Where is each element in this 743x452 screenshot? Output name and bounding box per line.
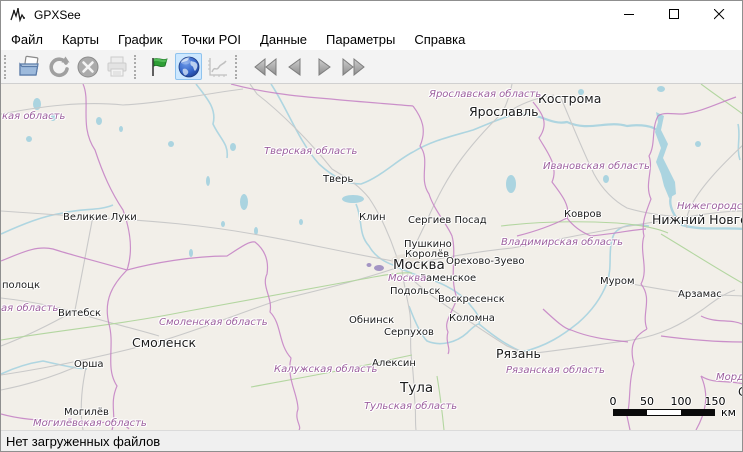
minimize-icon <box>624 9 635 20</box>
menu-item-3[interactable]: Точки POI <box>172 30 250 49</box>
close-file-button[interactable] <box>74 53 101 80</box>
previous-file-button[interactable] <box>281 53 308 80</box>
city-label: полоцк <box>2 281 40 292</box>
city-label: Обнинск <box>349 316 394 327</box>
toolbar-handle[interactable] <box>235 55 243 79</box>
menu-bar: ФайлКартыГрафикТочки POIДанныеПараметрыС… <box>1 28 742 50</box>
city-label: Орша <box>74 360 104 371</box>
region-label: Мордо <box>716 373 742 384</box>
previous-file-icon <box>285 58 305 76</box>
city-label: Могилёв <box>64 408 109 419</box>
city-label: Москва <box>393 258 445 272</box>
last-file-button[interactable] <box>339 53 366 80</box>
city-label: Клин <box>359 213 386 224</box>
status-text: Нет загруженных файлов <box>6 434 160 449</box>
city-label: Орехово-Зуево <box>446 257 525 268</box>
region-label: ая область <box>1 304 58 315</box>
region-label: Могилёвская область <box>33 419 147 430</box>
app-track-icon <box>10 7 28 23</box>
scale-tick: 0 <box>610 395 617 408</box>
open-file-button[interactable] <box>16 53 43 80</box>
menu-item-0[interactable]: Файл <box>2 30 52 49</box>
scale-tick: 50 <box>640 395 654 408</box>
next-file-button[interactable] <box>310 53 337 80</box>
city-label: Ярославль <box>469 105 539 118</box>
region-label: Смоленская область <box>159 318 268 329</box>
map-view[interactable]: км 050100150 КостромаЯрославльТверьВелик… <box>1 84 742 430</box>
city-label: Нижний Новгород <box>652 213 742 226</box>
city-label: Коломна <box>449 314 495 325</box>
scale-tick: 150 <box>705 395 726 408</box>
city-label: Раменское <box>420 274 476 285</box>
print-icon <box>105 55 129 79</box>
region-label: Ярославская область <box>429 90 541 101</box>
city-label: Смоленск <box>132 336 196 349</box>
menu-item-6[interactable]: Справка <box>405 30 474 49</box>
title-bar: GPXSee <box>1 1 742 28</box>
region-label: Тверская область <box>264 147 357 158</box>
scale-tick: 100 <box>671 395 692 408</box>
city-label: Рязань <box>496 347 541 360</box>
city-label: Сергиев Посад <box>408 216 487 227</box>
reload-button[interactable] <box>45 53 72 80</box>
graph-icon <box>206 55 230 79</box>
map-globe-icon <box>177 55 201 79</box>
window-title: GPXSee <box>34 8 607 22</box>
status-bar: Нет загруженных файлов <box>1 430 742 451</box>
show-map-button[interactable] <box>175 53 202 80</box>
city-label: Арзамас <box>678 290 722 301</box>
show-poi-button[interactable] <box>146 53 173 80</box>
minimize-button[interactable] <box>607 1 652 28</box>
map-scale-bar: км 050100150 <box>613 395 742 421</box>
close-icon <box>714 9 725 20</box>
menu-item-1[interactable]: Карты <box>53 30 108 49</box>
city-label: Са <box>738 386 742 399</box>
region-label: Рязанская область <box>506 366 605 377</box>
city-label: Тула <box>400 381 433 395</box>
reload-icon <box>47 55 71 79</box>
toolbar-handle[interactable] <box>4 55 12 79</box>
city-label: Тверь <box>323 175 353 186</box>
menu-item-5[interactable]: Параметры <box>317 30 404 49</box>
city-label: Воскресенск <box>438 295 505 306</box>
scale-bar-segments <box>613 409 715 416</box>
region-label: Ивановская область <box>543 162 650 173</box>
print-button[interactable] <box>103 53 130 80</box>
city-label: Серпухов <box>384 328 434 339</box>
close-button[interactable] <box>697 1 742 28</box>
city-label: Ковров <box>564 210 601 221</box>
menu-item-4[interactable]: Данные <box>251 30 316 49</box>
region-label: Тульская область <box>364 402 457 413</box>
region-label: кая область <box>2 112 65 123</box>
region-label: Владимирская область <box>501 238 623 249</box>
next-file-icon <box>314 58 334 76</box>
menu-item-2[interactable]: График <box>109 30 171 49</box>
close-file-icon <box>76 55 100 79</box>
first-file-icon <box>254 58 278 76</box>
show-graph-button[interactable] <box>204 53 231 80</box>
region-label: Москва <box>388 274 426 285</box>
toolbar-handle[interactable] <box>134 55 142 79</box>
city-label: Алексин <box>372 359 416 370</box>
map-base-layer <box>1 84 742 430</box>
city-label: Витебск <box>58 309 101 320</box>
tool-bar <box>1 50 742 84</box>
city-label: Кострома <box>538 92 601 105</box>
maximize-button[interactable] <box>652 1 697 28</box>
first-file-button[interactable] <box>252 53 279 80</box>
poi-flag-icon <box>148 55 172 79</box>
city-label: Великие Луки <box>63 213 137 224</box>
last-file-icon <box>341 58 365 76</box>
gpxsee-window: GPXSee ФайлКартыГрафикТочки POIДанныеПар… <box>0 0 743 452</box>
region-label: Нижегородская <box>677 202 742 213</box>
city-label: Подольск <box>390 287 441 298</box>
city-label: Муром <box>600 277 635 288</box>
maximize-icon <box>669 9 680 20</box>
open-file-icon <box>18 55 42 79</box>
region-label: Калужская область <box>274 365 377 376</box>
